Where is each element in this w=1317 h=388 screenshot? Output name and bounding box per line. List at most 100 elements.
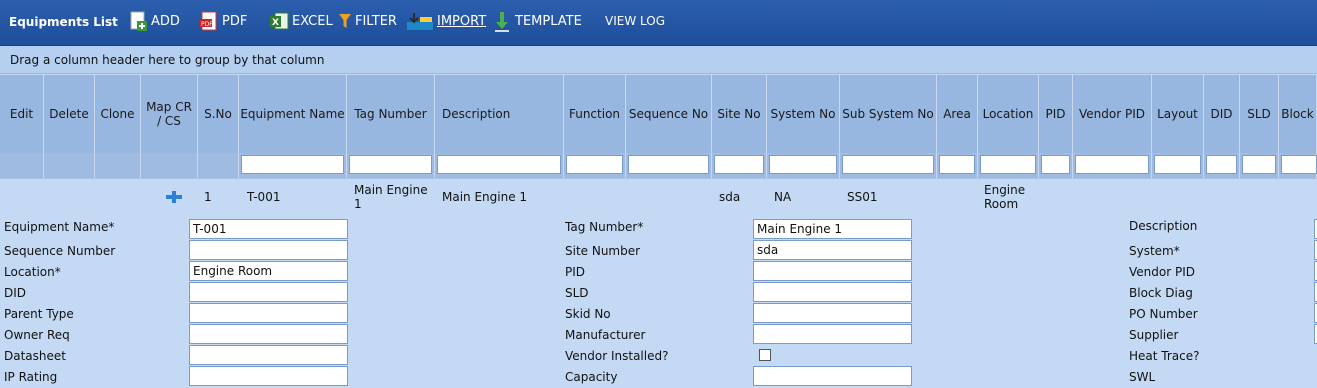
filter-tag-number-input[interactable]	[349, 155, 432, 174]
col-header-sequence-no[interactable]: Sequence No	[626, 75, 712, 153]
filter-system-no-input[interactable]	[769, 155, 837, 174]
filter-location-input[interactable]	[980, 155, 1036, 174]
did-field[interactable]	[189, 282, 348, 302]
group-by-hint[interactable]: Drag a column header here to group by th…	[0, 46, 1317, 74]
funnel-icon	[338, 11, 352, 31]
col-header-sno[interactable]: S.No	[198, 75, 239, 153]
filter-site-no-input[interactable]	[714, 155, 764, 174]
col-header-site-no[interactable]: Site No	[712, 75, 767, 153]
cell-site-no: sda	[719, 189, 741, 204]
col-header-block[interactable]: Block	[1279, 75, 1317, 153]
label-supplier: Supplier	[1129, 328, 1179, 342]
label-location: Location*	[4, 265, 61, 279]
col-header-tag-number[interactable]: Tag Number	[347, 75, 435, 153]
filter-area-input[interactable]	[939, 155, 975, 174]
cell-location: Engine Room	[984, 182, 1026, 211]
filter-cell-edit	[0, 153, 44, 178]
pdf-label: PDF	[222, 13, 248, 29]
view-log-button[interactable]: VIEW LOG	[605, 8, 665, 34]
capacity-field[interactable]	[753, 366, 912, 386]
col-header-layout[interactable]: Layout	[1152, 75, 1204, 153]
filter-equipment-name-input[interactable]	[241, 155, 344, 174]
parent-type-field[interactable]	[189, 303, 348, 323]
label-datasheet: Datasheet	[4, 349, 66, 363]
col-header-did[interactable]: DID	[1204, 75, 1240, 153]
filter-layout-input[interactable]	[1154, 155, 1201, 174]
col-header-system-no[interactable]: System No	[767, 75, 840, 153]
col-header-location[interactable]: Location	[978, 75, 1039, 153]
pdf-button[interactable]: PDF PDF	[199, 8, 247, 34]
excel-label: EXCEL	[292, 13, 333, 29]
label-heat-trace: Heat Trace?	[1129, 349, 1200, 363]
filter-button[interactable]: FILTER	[338, 8, 397, 34]
site-number-field[interactable]: sda	[753, 240, 912, 260]
label-sld: SLD	[565, 286, 589, 300]
label-ip-rating: IP Rating	[4, 370, 58, 384]
col-header-sub-system-no[interactable]: Sub System No	[840, 75, 937, 153]
label-site-number: Site Number	[565, 244, 641, 258]
pid-field[interactable]	[753, 261, 912, 281]
filter-sub-system-no-input[interactable]	[842, 155, 934, 174]
label-did: DID	[4, 286, 27, 300]
add-label: ADD	[151, 13, 180, 29]
col-header-clone[interactable]: Clone	[95, 75, 141, 153]
filter-block-input[interactable]	[1281, 155, 1317, 174]
label-vendor-pid: Vendor PID	[1129, 265, 1195, 279]
filter-sld-input[interactable]	[1242, 155, 1276, 174]
datasheet-field[interactable]	[189, 345, 348, 365]
label-manufacturer: Manufacturer	[565, 328, 646, 342]
cell-sno: 1	[204, 189, 212, 204]
excel-button[interactable]: X EXCEL	[269, 8, 333, 34]
cell-description: Main Engine 1	[442, 189, 528, 204]
col-header-map[interactable]: Map CR / CS	[141, 75, 198, 153]
sld-field[interactable]	[753, 282, 912, 302]
table-row[interactable]: 1 T-001 Main Engine 1 Main Engine 1 sda …	[0, 180, 1317, 213]
filter-vendor-pid-input[interactable]	[1075, 155, 1149, 174]
label-swl: SWL	[1129, 370, 1156, 384]
filter-did-input[interactable]	[1206, 155, 1237, 174]
svg-text:X: X	[272, 18, 279, 28]
equipment-name-field[interactable]: T-001	[189, 219, 348, 239]
label-pid: PID	[565, 265, 586, 279]
col-header-vendor-pid[interactable]: Vendor PID	[1073, 75, 1152, 153]
skid-no-field[interactable]	[753, 303, 912, 323]
excel-icon: X	[269, 11, 289, 31]
toolbar: Equipments List ADD PDF PDF X EXCEL FILT…	[0, 0, 1317, 46]
col-header-equipment-name[interactable]: Equipment Name	[239, 75, 347, 153]
col-header-delete[interactable]: Delete	[44, 75, 95, 153]
label-sequence-number: Sequence Number	[4, 244, 116, 258]
col-header-pid[interactable]: PID	[1039, 75, 1073, 153]
tag-number-field[interactable]: Main Engine 1	[753, 219, 912, 239]
label-parent-type: Parent Type	[4, 307, 74, 321]
manufacturer-field[interactable]	[753, 324, 912, 344]
add-button[interactable]: ADD	[128, 8, 180, 34]
owner-req-field[interactable]	[189, 324, 348, 344]
location-field[interactable]: Engine Room	[189, 261, 348, 281]
template-button[interactable]: TEMPLATE	[492, 8, 582, 34]
label-owner-req: Owner Req	[4, 328, 70, 342]
filter-description-input[interactable]	[437, 155, 561, 174]
col-header-area[interactable]: Area	[937, 75, 978, 153]
cell-tag-number: Main Engine 1	[354, 182, 428, 211]
col-header-edit[interactable]: Edit	[0, 75, 44, 153]
import-label: IMPORT	[437, 13, 487, 29]
filter-pid-input[interactable]	[1041, 155, 1070, 174]
col-header-description[interactable]: Description	[435, 75, 564, 153]
filter-function-input[interactable]	[566, 155, 623, 174]
col-header-sld[interactable]: SLD	[1240, 75, 1279, 153]
import-button[interactable]: IMPORT	[406, 8, 486, 34]
col-header-function[interactable]: Function	[564, 75, 626, 153]
filter-label: FILTER	[355, 13, 397, 29]
vendor-installed-checkbox[interactable]	[759, 349, 771, 361]
pdf-icon: PDF	[199, 11, 219, 31]
filter-sequence-no-input[interactable]	[628, 155, 709, 174]
ip-rating-field[interactable]	[189, 366, 348, 386]
cell-equipment-name: T-001	[247, 189, 281, 204]
grid-header-row: Edit Delete Clone Map CR / CS S.No Equip…	[0, 75, 1317, 153]
filter-cell-clone	[95, 153, 141, 178]
label-block-diag: Block Diag	[1129, 286, 1193, 300]
import-icon	[406, 11, 434, 31]
label-equipment-name: Equipment Name*	[4, 220, 115, 234]
sequence-number-field[interactable]	[189, 240, 348, 260]
map-cr-cs-icon[interactable]	[160, 180, 190, 213]
